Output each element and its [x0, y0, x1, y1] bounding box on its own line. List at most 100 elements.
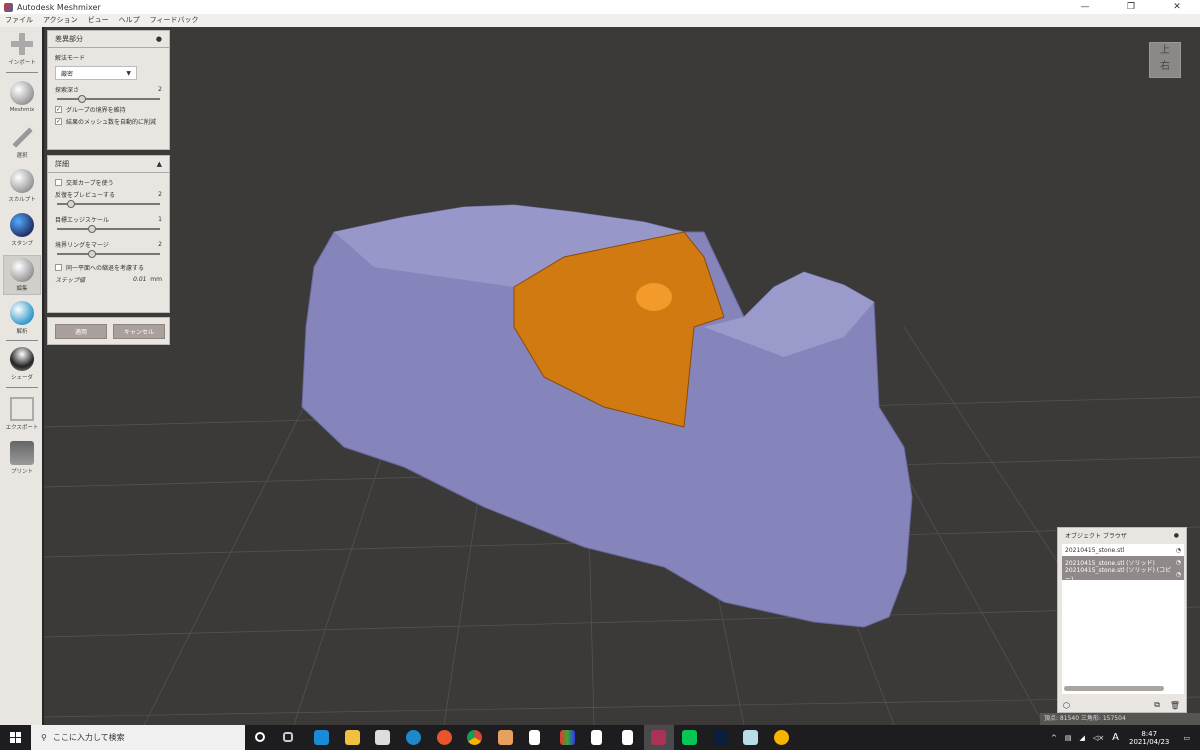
step-label: ステップ値	[55, 276, 86, 284]
system-tray: ^ ▤ ◢ ◁× A 8:47 2021/04/23 ▭	[1051, 725, 1200, 750]
depth-value: 2	[158, 85, 162, 93]
menu-help[interactable]: ヘルプ	[114, 14, 145, 27]
depth-slider[interactable]	[57, 95, 160, 103]
collapse-icon[interactable]: ▲	[157, 160, 162, 168]
menu-action[interactable]: アクション	[38, 14, 83, 27]
cortana-icon[interactable]	[255, 732, 265, 742]
restore-button[interactable]: ❐	[1108, 0, 1154, 14]
network-icon[interactable]: ▤	[1065, 734, 1072, 742]
document-icon[interactable]	[591, 730, 602, 745]
minimize-button[interactable]: —	[1062, 0, 1108, 14]
tool-select[interactable]: 選択	[3, 123, 41, 163]
keep-groups-checkbox[interactable]: ✓ グループの境界を維持	[48, 103, 169, 115]
document-icon[interactable]	[529, 730, 540, 745]
merge-slider[interactable]	[57, 250, 160, 258]
stamp-icon	[10, 213, 34, 237]
document-icon[interactable]	[622, 730, 633, 745]
object-item[interactable]: 20210415_stone.stl (ソリッド) (コピー) ◔	[1062, 567, 1184, 583]
tool-meshmix[interactable]: Meshmix	[3, 79, 41, 119]
details-title: 詳細	[55, 160, 69, 168]
tool-sculpt[interactable]: スカルプト	[3, 167, 41, 207]
task-view-icon[interactable]	[283, 732, 293, 742]
preview-slider[interactable]	[57, 200, 160, 208]
viewcube-front[interactable]: 右	[1150, 59, 1180, 75]
wifi-icon[interactable]: ◢	[1080, 734, 1085, 742]
ime-indicator[interactable]: A	[1112, 732, 1119, 743]
reduce-checkbox[interactable]: ✓ 結果のメッシュ数を自動的に削減	[48, 115, 169, 127]
apply-button[interactable]: 適用	[55, 323, 107, 339]
tool-stamp[interactable]: スタンプ	[3, 211, 41, 251]
fusion-app-icon[interactable]	[498, 730, 513, 745]
plus-icon	[10, 32, 34, 56]
cube-icon[interactable]: ⬡	[1063, 701, 1070, 710]
step-value[interactable]: 0.01	[133, 276, 146, 283]
status-bar: 頂点: 81540 三角形: 157504	[1040, 713, 1200, 725]
meshmix-icon	[10, 81, 34, 105]
use-curves-checkbox[interactable]: 交差カーブを使う	[48, 176, 169, 188]
tool-shaders[interactable]: シェーダ	[3, 345, 41, 385]
coplanar-checkbox[interactable]: 同一平面への縮退を考慮する	[48, 261, 169, 273]
object-browser-title: オブジェクト ブラウザ	[1065, 532, 1127, 540]
preview-label: 反復をプレビューする	[55, 191, 116, 199]
close-icon[interactable]: ●	[1174, 532, 1179, 539]
depth-label: 探索深さ	[55, 86, 80, 94]
chrome-alt-icon[interactable]	[774, 730, 789, 745]
menu-view[interactable]: ビュー	[83, 14, 114, 27]
view-cube[interactable]: 上右	[1149, 42, 1181, 78]
viewcube-top[interactable]: 上	[1150, 43, 1180, 59]
tool-export[interactable]: エクスポート	[3, 395, 41, 435]
object-item[interactable]: 20210415_stone.stl ◔	[1062, 544, 1184, 556]
mail-icon[interactable]	[314, 730, 329, 745]
clock[interactable]: 8:47 2021/04/23	[1129, 730, 1169, 746]
step-unit: mm	[150, 275, 162, 283]
photoshop-icon[interactable]	[713, 730, 728, 745]
app-logo-icon	[4, 2, 13, 12]
line-icon[interactable]	[682, 730, 697, 745]
store-icon[interactable]	[375, 730, 390, 745]
object-browser: オブジェクト ブラウザ ● 20210415_stone.stl ◔ 2021041…	[1057, 527, 1187, 713]
visibility-icon[interactable]: ◔	[1176, 559, 1181, 566]
taskbar-search[interactable]: ⚲ ここに入力して検索	[31, 725, 245, 750]
firefox-icon[interactable]	[437, 730, 452, 745]
menu-feedback[interactable]: フィードバック	[145, 14, 204, 27]
merge-value: 2	[158, 240, 162, 248]
chrome-icon[interactable]	[467, 730, 482, 745]
visibility-icon[interactable]: ◔	[1176, 547, 1181, 554]
meshmixer-task-active[interactable]	[644, 725, 674, 750]
visibility-icon[interactable]: ◔	[1176, 571, 1181, 578]
details-panel: 詳細 ▲ 交差カーブを使う 反復をプレビューする 2 目標エッジスケール 1 境界リン…	[47, 155, 170, 313]
horizontal-scrollbar[interactable]	[1064, 686, 1164, 691]
window-title: Autodesk Meshmixer	[17, 2, 101, 12]
cancel-button[interactable]: キャンセル	[113, 323, 165, 339]
cut-highlight	[636, 283, 672, 311]
tool-analysis[interactable]: 解析	[3, 299, 41, 339]
tool-print[interactable]: プリント	[3, 439, 41, 479]
file-explorer-icon[interactable]	[345, 730, 360, 745]
trash-icon[interactable]: 🗑	[1170, 701, 1180, 710]
close-button[interactable]: ✕	[1154, 0, 1200, 14]
action-buttons: 適用 キャンセル	[47, 317, 170, 345]
edit-icon	[10, 258, 34, 282]
shader-sphere-icon	[10, 347, 34, 371]
mode-select[interactable]: 厳密 ▼	[55, 66, 137, 80]
export-icon	[10, 397, 34, 421]
app-icon[interactable]	[560, 730, 575, 745]
panel-close-icon[interactable]: ●	[156, 35, 162, 43]
tool-import[interactable]: インポート	[3, 30, 41, 70]
3d-viewport[interactable]: 上右	[44, 27, 1200, 725]
printer-icon	[10, 441, 34, 465]
duplicate-icon[interactable]: ⧉	[1154, 700, 1160, 710]
title-bar: Autodesk Meshmixer — ❐ ✕	[0, 0, 1200, 14]
edge-slider[interactable]	[57, 225, 160, 233]
panel-title: 差異部分	[55, 35, 83, 43]
edge-value: 1	[158, 215, 162, 223]
volume-muted-icon[interactable]: ◁×	[1093, 734, 1104, 742]
edge-icon[interactable]	[406, 730, 421, 745]
windows-start-icon[interactable]	[10, 732, 21, 743]
tool-edit[interactable]: 編集	[3, 255, 41, 295]
menu-file[interactable]: ファイル	[0, 14, 38, 27]
tray-chevron-icon[interactable]: ^	[1051, 734, 1057, 742]
analysis-icon	[10, 301, 34, 325]
notification-icon[interactable]: ▭	[1183, 734, 1190, 742]
app-3-icon[interactable]	[743, 730, 758, 745]
